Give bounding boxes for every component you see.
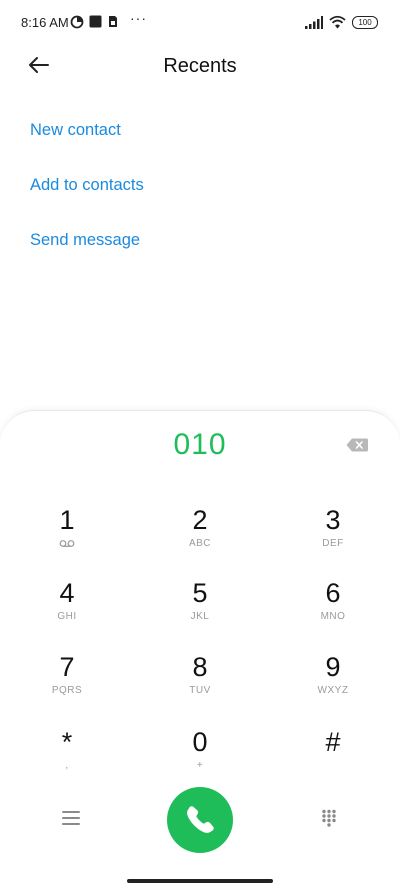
key-star[interactable]: * , (7, 727, 127, 797)
key-digit: 9 (325, 652, 341, 682)
key-digit: # (325, 727, 341, 757)
sim-icon (109, 16, 117, 27)
key-letters: TUV (189, 685, 211, 696)
key-digit: 1 (59, 505, 75, 535)
page-title: Recents (163, 55, 237, 77)
dialpad-icon[interactable] (321, 809, 337, 827)
key-letters: GHI (57, 611, 77, 622)
call-button[interactable] (167, 787, 233, 853)
key-3[interactable]: 3 DEF (273, 505, 393, 575)
key-hash[interactable]: # (273, 727, 393, 797)
key-letters: WXYZ (317, 685, 349, 696)
key-8[interactable]: 8 TUV (140, 652, 260, 722)
key-letters: JKL (190, 611, 210, 622)
key-1[interactable]: 1 (7, 505, 127, 575)
key-digit: 5 (192, 578, 208, 608)
square-notification-icon (89, 15, 102, 28)
home-indicator[interactable] (127, 879, 273, 883)
key-letters: PQRS (51, 685, 83, 696)
key-6[interactable]: 6 MNO (273, 578, 393, 648)
phone-call-icon (187, 806, 214, 833)
more-notifications: ··· (130, 10, 147, 26)
key-digit: 3 (325, 505, 341, 535)
key-4[interactable]: 4 GHI (7, 578, 127, 648)
key-5[interactable]: 5 JKL (140, 578, 260, 648)
key-digit: 7 (59, 652, 75, 682)
key-letters: ABC (188, 538, 212, 549)
add-to-contacts-link[interactable]: Add to contacts (30, 173, 144, 228)
key-digit: * (61, 727, 73, 757)
menu-icon[interactable] (62, 811, 80, 825)
key-digit: 4 (59, 578, 75, 608)
backspace-icon[interactable] (346, 438, 368, 452)
dialed-number[interactable]: 010 (0, 428, 400, 462)
key-digit: 6 (325, 578, 341, 608)
key-letters: MNO (320, 611, 346, 622)
new-contact-link[interactable]: New contact (30, 118, 144, 173)
recents-actions: New contact Add to contacts Send message (30, 118, 144, 283)
key-digit: 2 (192, 505, 208, 535)
key-9[interactable]: 9 WXYZ (273, 652, 393, 722)
key-digit: 0 (192, 727, 208, 757)
key-2[interactable]: 2 ABC (140, 505, 260, 575)
key-letters: + (196, 760, 204, 771)
send-message-link[interactable]: Send message (30, 228, 144, 283)
data-saver-icon (70, 15, 84, 29)
dialpad-sheet: 010 1 2 ABC 3 DEF 4 GHI 5 JKL 6 MNO 7 PQ… (0, 410, 400, 889)
key-letters: DEF (322, 538, 344, 549)
voicemail-icon (59, 540, 75, 547)
wifi-icon (329, 15, 346, 29)
battery-level: 100 (358, 18, 372, 27)
status-time: 8:16 AM (21, 15, 69, 30)
key-digit: 8 (192, 652, 208, 682)
key-letters: , (65, 760, 69, 771)
signal-icon (305, 16, 323, 29)
key-7[interactable]: 7 PQRS (7, 652, 127, 722)
status-bar: 8:16 AM ··· 100 (0, 0, 400, 44)
battery-icon: 100 (352, 16, 378, 29)
